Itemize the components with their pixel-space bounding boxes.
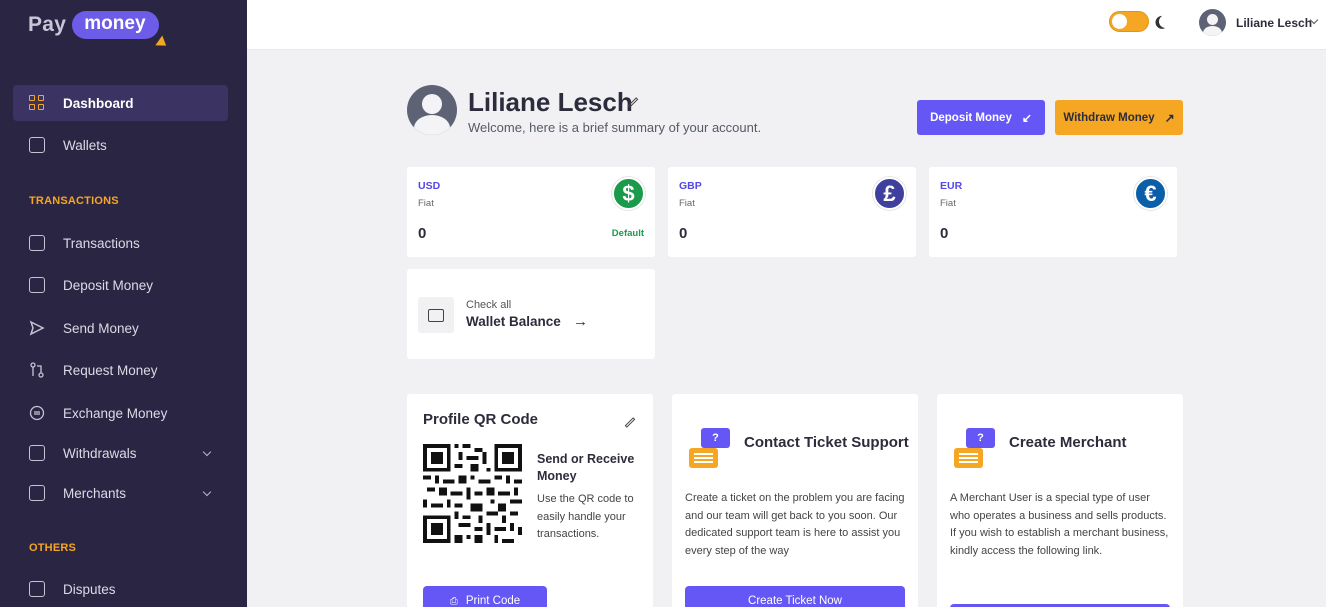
topbar: Liliane Lesch: [247, 0, 1326, 50]
arrow-down-left-icon: ↙: [1021, 110, 1032, 125]
currency-balance: 0: [940, 225, 949, 242]
currency-card-usd[interactable]: USD Fiat 0 $ Default: [407, 167, 655, 257]
sidebar-item-request-money[interactable]: Request Money: [13, 352, 228, 388]
logo-money-text: money: [72, 11, 170, 51]
chevron-down-icon: [202, 487, 212, 497]
create-ticket-button[interactable]: Create Ticket Now: [685, 586, 905, 607]
create-ticket-label: Create Ticket Now: [748, 595, 842, 607]
send-icon: [29, 320, 45, 336]
ticket-card-title: Contact Ticket Support: [744, 434, 909, 451]
currency-balance: 0: [418, 225, 427, 242]
qr-card-title: Profile QR Code: [423, 411, 539, 428]
deposit-money-button[interactable]: Deposit Money ↙: [917, 100, 1045, 135]
sidebar-item-label: Withdrawals: [63, 445, 137, 461]
sidebar-item-label: Deposit Money: [63, 277, 154, 293]
deposit-money-label: Deposit Money: [930, 111, 1012, 124]
page-title: Liliane Lesch: [468, 87, 633, 117]
sidebar-item-label: Request Money: [63, 362, 158, 378]
sidebar-item-label: Wallets: [63, 137, 107, 153]
logo-money-label: money: [84, 13, 146, 34]
sidebar-item-send-money[interactable]: Send Money: [13, 310, 228, 346]
merchant-card-title: Create Merchant: [1009, 434, 1127, 451]
currency-type: Fiat: [679, 198, 695, 209]
withdrawals-icon: [29, 445, 45, 461]
qr-code-image: [423, 444, 522, 543]
sidebar-item-wallets[interactable]: Wallets: [13, 127, 228, 163]
merchants-icon: [29, 485, 45, 501]
sidebar-item-exchange-money[interactable]: Exchange Money: [13, 395, 228, 431]
contact-ticket-card: ? Contact Ticket Support Create a ticket…: [672, 394, 918, 607]
default-badge: Default: [611, 228, 644, 239]
support-chat-icon: ?: [689, 428, 731, 472]
logo-pay-text: Pay: [28, 13, 67, 36]
edit-icon[interactable]: [624, 417, 636, 428]
topbar-user-name[interactable]: Liliane Lesch: [1236, 16, 1312, 30]
cursor-icon: [154, 35, 170, 51]
ticket-description: Create a ticket on the problem you are f…: [685, 492, 905, 557]
theme-toggle[interactable]: [1109, 11, 1149, 32]
currency-type: Fiat: [418, 198, 434, 209]
qr-subtitle: Send or Receive Money: [537, 452, 635, 483]
create-merchant-card: ? Create Merchant A Merchant User is a s…: [937, 394, 1183, 607]
sidebar-item-label: Exchange Money: [63, 405, 168, 421]
currency-card-gbp[interactable]: GBP Fiat 0 £: [668, 167, 916, 257]
merchant-description: A Merchant User is a special type of use…: [950, 492, 1169, 557]
transactions-icon: [29, 235, 45, 251]
currency-code: GBP: [679, 180, 702, 192]
exchange-icon: [29, 405, 45, 421]
currency-code: USD: [418, 180, 441, 192]
sidebar-item-label: Merchants: [63, 485, 127, 501]
qr-description: Use the QR code to easily handle your tr…: [537, 493, 634, 540]
sidebar-item-label: Dashboard: [63, 95, 134, 111]
sidebar-item-transactions[interactable]: Transactions: [13, 225, 228, 261]
dollar-icon: $: [612, 177, 645, 210]
withdraw-money-button[interactable]: Withdraw Money ↗: [1055, 100, 1183, 135]
wallet-icon: [418, 297, 454, 333]
check-all-label: Check all: [466, 299, 512, 311]
sidebar-item-label: Transactions: [63, 235, 140, 251]
disputes-icon: [29, 581, 45, 597]
brand-logo[interactable]: Pay money: [28, 11, 170, 51]
arrow-right-icon: →: [573, 313, 588, 330]
print-code-label: Print Code: [465, 595, 521, 607]
pound-icon: £: [873, 177, 906, 210]
wallet-icon: [29, 137, 45, 153]
sidebar-item-label: Send Money: [63, 320, 139, 336]
chevron-down-icon: [202, 447, 212, 457]
wallet-balance-label: Wallet Balance: [466, 314, 561, 329]
sidebar-item-withdrawals[interactable]: Withdrawals: [13, 435, 228, 471]
sidebar-item-label: Disputes: [63, 581, 116, 597]
sidebar-item-merchants[interactable]: Merchants: [13, 475, 228, 511]
arrow-up-right-icon: ↗: [1164, 110, 1175, 125]
profile-qr-card: Profile QR Code Send or Receive Money Us…: [407, 394, 653, 607]
currency-code: EUR: [940, 180, 963, 192]
sidebar-item-dashboard[interactable]: Dashboard: [13, 85, 228, 121]
currency-balance: 0: [679, 225, 688, 242]
profile-avatar: [407, 85, 457, 135]
printer-icon: ⎙: [449, 595, 458, 607]
currency-card-eur[interactable]: EUR Fiat 0 €: [929, 167, 1177, 257]
dashboard-icon: [29, 95, 45, 111]
sidebar-item-deposit-money[interactable]: Deposit Money: [13, 267, 228, 303]
deposit-icon: [29, 277, 45, 293]
welcome-text: Welcome, here is a brief summary of your…: [468, 120, 762, 135]
avatar[interactable]: [1199, 9, 1226, 36]
print-code-button[interactable]: ⎙ Print Code: [423, 586, 547, 607]
request-icon: [29, 362, 45, 378]
merchant-chat-icon: ?: [954, 428, 996, 472]
section-label-others: OTHERS: [29, 542, 77, 554]
euro-icon: €: [1134, 177, 1167, 210]
sidebar-item-disputes[interactable]: Disputes: [13, 571, 228, 607]
section-label-transactions: TRANSACTIONS: [29, 195, 119, 207]
withdraw-money-label: Withdraw Money: [1063, 111, 1155, 124]
sidebar: Pay money Dashboard Wallets TRANSACTIONS…: [0, 0, 247, 607]
moon-icon[interactable]: [1157, 13, 1174, 30]
wallet-balance-card[interactable]: Check all Wallet Balance →: [407, 269, 655, 359]
currency-type: Fiat: [940, 198, 956, 209]
